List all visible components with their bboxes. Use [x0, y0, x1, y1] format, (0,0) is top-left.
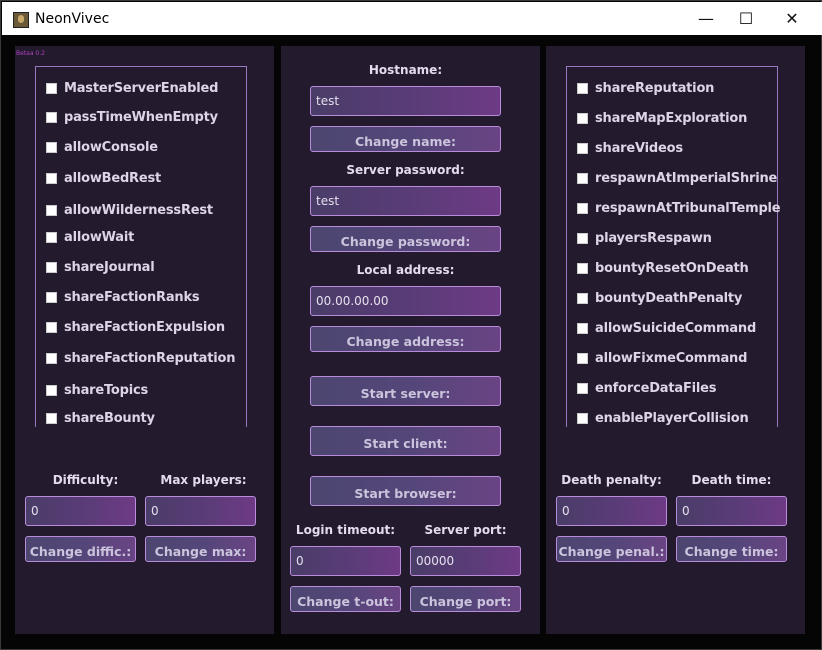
close-button[interactable]: ✕ [769, 2, 815, 35]
checkbox-box[interactable] [577, 352, 588, 364]
checkbox-sharefactionranks[interactable]: shareFactionRanks [46, 289, 200, 305]
checkbox-sharefactionreputation[interactable]: shareFactionReputation [46, 350, 235, 366]
checkbox-box[interactable] [46, 384, 57, 396]
local-address-input[interactable]: 00.00.00.00 [310, 286, 501, 316]
checkbox-allowconsole[interactable]: allowConsole [46, 139, 158, 155]
checkbox-allowfixmecommand[interactable]: allowFixmeCommand [577, 350, 747, 366]
checkbox-allowbedrest[interactable]: allowBedRest [46, 170, 161, 186]
checkbox-box[interactable] [577, 172, 588, 184]
checkbox-masterserverenabled[interactable]: MasterServerEnabled [46, 80, 218, 96]
checkbox-bountyresetondeath[interactable]: bountyResetOnDeath [577, 260, 749, 276]
checkbox-box[interactable] [46, 261, 57, 273]
checkbox-sharebounty[interactable]: shareBounty [46, 410, 155, 426]
checkbox-box[interactable] [46, 412, 57, 424]
app-icon [13, 12, 29, 28]
checkbox-box[interactable] [577, 382, 588, 394]
death-time-label: Death time: [691, 473, 772, 487]
start-server-button[interactable]: Start server: [310, 376, 501, 406]
change-max-players-button[interactable]: Change max: [145, 536, 256, 562]
server-password-label: Server password: [346, 163, 465, 177]
checkbox-respawnatimperialshrine[interactable]: respawnAtImperialShrine [577, 170, 777, 186]
checkbox-box[interactable] [577, 232, 588, 244]
title-bar: NeonVivec — ☐ ✕ [2, 2, 822, 35]
checkbox-box[interactable] [577, 262, 588, 274]
checkbox-box[interactable] [46, 231, 57, 243]
app-window: NeonVivec — ☐ ✕ Betaа 0.2 MasterServerEn… [0, 0, 822, 650]
checkbox-box[interactable] [46, 141, 57, 153]
checkbox-bountydeathpenalty[interactable]: bountyDeathPenalty [577, 290, 742, 306]
checkbox-box[interactable] [577, 202, 588, 214]
start-browser-button[interactable]: Start browser: [310, 476, 501, 506]
change-penalty-button[interactable]: Change penal.: [556, 536, 667, 562]
server-password-input[interactable]: test [310, 186, 501, 216]
checkbox-sharefactionexpulsion[interactable]: shareFactionExpulsion [46, 319, 225, 335]
checkbox-box[interactable] [577, 142, 588, 154]
checkbox-box[interactable] [577, 292, 588, 304]
change-password-button[interactable]: Change password: [310, 226, 501, 252]
checkbox-sharemapexploration[interactable]: shareMapExploration [577, 110, 747, 126]
change-difficulty-button[interactable]: Change diffic.: [25, 536, 136, 562]
checkbox-box[interactable] [577, 112, 588, 124]
max-players-input[interactable]: 0 [145, 496, 256, 526]
checkbox-box[interactable] [577, 322, 588, 334]
checkbox-box[interactable] [46, 82, 57, 94]
checkbox-box[interactable] [46, 111, 57, 123]
version-text: Betaа 0.2 [16, 50, 45, 57]
server-port-input[interactable]: 00000 [410, 546, 521, 576]
hostname-label: Hostname: [368, 63, 443, 77]
checkbox-passtimewhenempty[interactable]: passTimeWhenEmpty [46, 109, 218, 125]
checkbox-enforcedatafiles[interactable]: enforceDataFiles [577, 380, 716, 396]
death-time-input[interactable]: 0 [676, 496, 787, 526]
checkbox-box[interactable] [46, 172, 57, 184]
change-time-button[interactable]: Change time: [676, 536, 787, 562]
checkbox-enableplayercollision[interactable]: enablePlayerCollision [577, 410, 749, 426]
checkbox-box[interactable] [577, 82, 588, 94]
checkbox-sharetopics[interactable]: shareTopics [46, 382, 148, 398]
login-timeout-input[interactable]: 0 [290, 546, 401, 576]
checkbox-allowwildernessrest[interactable]: allowWildernessRest [46, 202, 213, 218]
hostname-input[interactable]: test [310, 86, 501, 116]
change-address-button[interactable]: Change address: [310, 326, 501, 352]
start-client-button[interactable]: Start client: [310, 426, 501, 456]
checkbox-box[interactable] [46, 291, 57, 303]
change-port-button[interactable]: Change port: [410, 586, 521, 612]
death-penalty-label: Death penalty: [561, 473, 662, 487]
change-name-button[interactable]: Change name: [310, 126, 501, 152]
maximize-button[interactable]: ☐ [723, 2, 769, 35]
local-address-label: Local address: [356, 263, 455, 277]
checkbox-box[interactable] [46, 204, 57, 216]
max-players-label: Max players: [160, 473, 247, 487]
window-title: NeonVivec [35, 11, 110, 27]
checkbox-respawnattribunaltemple[interactable]: respawnAtTribunalTemple [577, 200, 781, 216]
death-penalty-input[interactable]: 0 [556, 496, 667, 526]
change-timeout-button[interactable]: Change t-out: [290, 586, 401, 612]
checkbox-sharevideos[interactable]: shareVideos [577, 140, 683, 156]
checkbox-sharejournal[interactable]: shareJournal [46, 259, 155, 275]
checkbox-allowwait[interactable]: allowWait [46, 229, 134, 245]
checkbox-playersrespawn[interactable]: playersRespawn [577, 230, 712, 246]
difficulty-label: Difficulty: [52, 473, 119, 487]
server-port-label: Server port: [424, 523, 507, 537]
checkbox-box[interactable] [577, 412, 588, 424]
checkbox-box[interactable] [46, 321, 57, 333]
checkbox-sharereputation[interactable]: shareReputation [577, 80, 714, 96]
difficulty-input[interactable]: 0 [25, 496, 136, 526]
login-timeout-label: Login timeout: [295, 523, 396, 537]
checkbox-allowsuicidecommand[interactable]: allowSuicideCommand [577, 320, 756, 336]
checkbox-box[interactable] [46, 352, 57, 364]
